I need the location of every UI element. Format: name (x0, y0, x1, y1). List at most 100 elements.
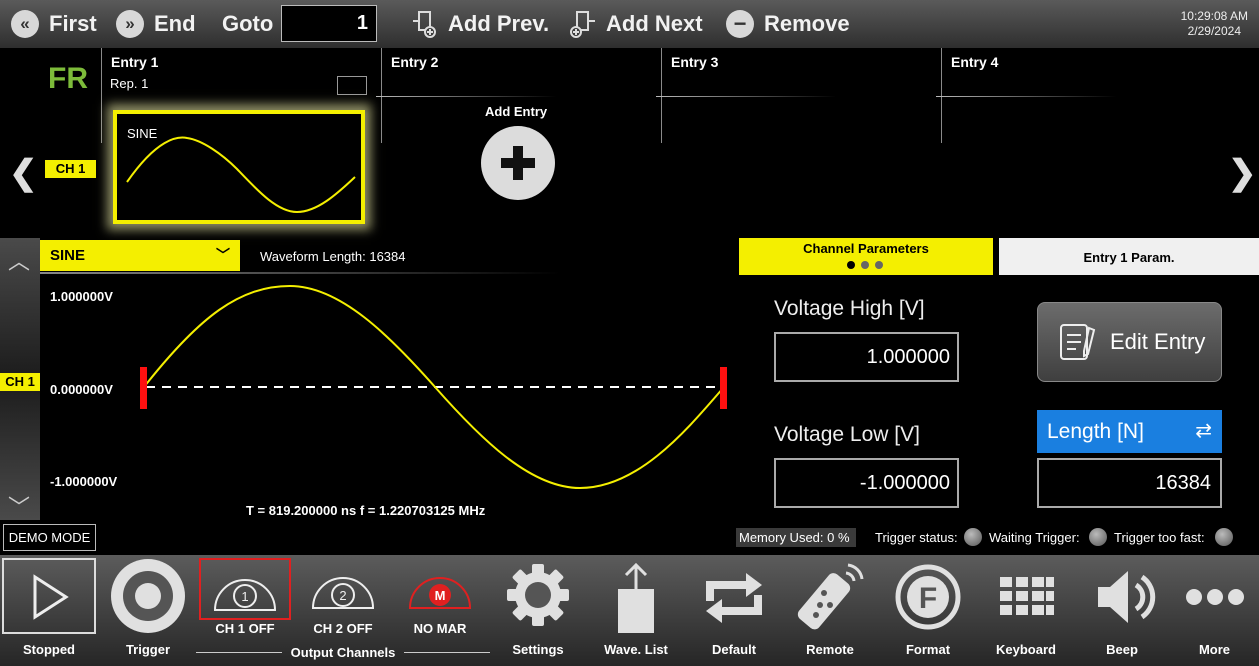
remove-button[interactable]: − Remove (726, 8, 850, 40)
upload-list-icon (618, 562, 654, 633)
fast-forward-icon: » (116, 10, 144, 38)
more-dots-icon (1185, 589, 1244, 605)
chevron-down-icon: ﹀ (216, 247, 230, 263)
beep-label: Beep (1106, 642, 1138, 657)
bottom-toolbar: Stopped Trigger 1 CH 1 OFF 2 CH 2 OFF M (0, 555, 1259, 666)
remove-label: Remove (764, 11, 850, 36)
length-label: Length [N] (1047, 420, 1144, 443)
next-page-chevron-icon[interactable]: ❯ (1228, 153, 1257, 193)
prev-page-chevron-icon[interactable]: ❮ (9, 153, 38, 193)
edit-entry-button[interactable]: Edit Entry (1037, 302, 1222, 382)
default-button[interactable]: Default (686, 555, 782, 666)
keyboard-button[interactable]: Keyboard (978, 555, 1074, 666)
page-dot (861, 261, 869, 269)
ch1-output-number: 1 (241, 589, 248, 604)
remote-button[interactable]: Remote (782, 555, 878, 666)
format-icon: F (895, 564, 961, 630)
waveform-type-value: SINE (50, 247, 86, 264)
waiting-trigger-label: Waiting Trigger: (989, 530, 1080, 545)
page-dot-active (847, 261, 855, 269)
format-label: Format (905, 642, 951, 657)
wave-list-button[interactable]: Wave. List (588, 555, 684, 666)
marker-output-label: NO MAR (413, 621, 467, 636)
remote-label: Remote (806, 642, 854, 657)
marker-output-icon: M (408, 577, 472, 609)
plus-icon (501, 146, 535, 180)
waiting-trigger-led-icon (1089, 528, 1107, 546)
length-field[interactable]: 16384 (1037, 458, 1222, 508)
stopped-button[interactable]: Stopped (0, 555, 98, 666)
waveform-plot[interactable] (40, 276, 740, 506)
waveform-length: Waveform Length: 16384 (260, 249, 406, 264)
output-channels-label: Output Channels (290, 645, 396, 660)
settings-label: Settings (512, 642, 564, 657)
gear-icon (507, 564, 569, 626)
goto-label: Goto (222, 11, 274, 36)
chevron-up-icon[interactable]: ︿ (8, 244, 30, 276)
format-button[interactable]: F Format (880, 555, 976, 666)
beep-button[interactable]: Beep (1074, 555, 1170, 666)
ch1-output-button[interactable]: 1 CH 1 OFF (199, 558, 291, 636)
trigger-status-led-icon (964, 528, 982, 546)
edit-document-icon (1060, 324, 1096, 360)
end-label: End (154, 11, 196, 36)
waveform-type-select[interactable]: SINE ﹀ (40, 240, 240, 271)
edit-entry-label: Edit Entry (1110, 329, 1206, 354)
channel-tag: CH 1 (0, 373, 40, 391)
remote-control-icon (797, 563, 864, 630)
add-prev-button[interactable]: Add Prev. (410, 8, 549, 40)
tab-channel-label: Channel Parameters (803, 241, 929, 256)
stopped-label: Stopped (23, 642, 75, 657)
trigger-button[interactable]: Trigger (100, 555, 196, 666)
play-icon (33, 574, 69, 620)
add-entry-button[interactable] (481, 126, 555, 200)
rep-label: Rep. 1 (110, 76, 149, 91)
sequence-panel: FR CH 1 Entry 1 Rep. 1 Entry 2 Entry 3 E… (0, 48, 1259, 238)
page-dot (875, 261, 883, 269)
channel-tag: CH 1 (45, 160, 96, 178)
rep-checkbox[interactable] (337, 76, 367, 95)
voltage-high-label: Voltage High [V] (774, 297, 925, 320)
tab-channel-parameters[interactable]: Channel Parameters (739, 238, 993, 275)
first-label: First (49, 11, 97, 36)
entry-column-3[interactable]: Entry 3 (656, 48, 941, 143)
entry-column-4[interactable]: Entry 4 (936, 48, 1221, 143)
ch2-output-icon: 2 (311, 577, 375, 609)
divider (376, 96, 556, 97)
chevron-down-icon[interactable]: ﹀ (8, 490, 30, 522)
rewind-icon: « (11, 10, 39, 38)
entry-title: Entry 4 (951, 54, 999, 70)
play-button-frame (2, 558, 96, 634)
first-button[interactable]: « First (11, 8, 97, 40)
top-toolbar: « First » End Goto 1 Add Prev. Add Next … (0, 0, 1259, 48)
voltage-low-label: Voltage Low [V] (774, 423, 920, 446)
wave-list-label: Wave. List (604, 642, 668, 657)
keyboard-label: Keyboard (996, 642, 1056, 657)
clock: 10:29:08 AM 2/29/2024 (1181, 9, 1248, 39)
minus-icon: − (726, 10, 754, 38)
add-next-icon (570, 11, 595, 38)
divider (656, 96, 836, 97)
marker-output-letter: M (435, 588, 446, 603)
keyboard-icon (1000, 577, 1054, 615)
trigger-icon (111, 559, 185, 633)
goto-input[interactable]: 1 (281, 5, 377, 42)
more-label: More (1198, 642, 1231, 657)
voltage-high-field[interactable]: 1.000000 (774, 332, 959, 382)
voltage-low-field[interactable]: -1.000000 (774, 458, 959, 508)
end-button[interactable]: » End (116, 8, 196, 40)
trigger-too-fast-led-icon (1215, 528, 1233, 546)
tab-entry-param[interactable]: Entry 1 Param. (999, 238, 1259, 275)
length-toggle-button[interactable]: Length [N] ⇄ (1037, 410, 1222, 453)
reset-arrows-icon (706, 573, 762, 623)
period-frequency-readout: T = 819.200000 ns f = 1.220703125 MHz (246, 503, 486, 518)
entry-waveform-card[interactable]: SINE (113, 110, 365, 224)
settings-button[interactable]: Settings (490, 555, 586, 666)
trigger-too-fast-label: Trigger too fast: (1114, 530, 1205, 545)
entry-title: Entry 3 (671, 54, 719, 70)
add-next-button[interactable]: Add Next (568, 8, 703, 40)
add-prev-icon (413, 11, 436, 38)
default-label: Default (711, 642, 757, 657)
more-button[interactable]: More (1170, 555, 1259, 666)
ch1-output-label: CH 1 OFF (215, 621, 275, 636)
